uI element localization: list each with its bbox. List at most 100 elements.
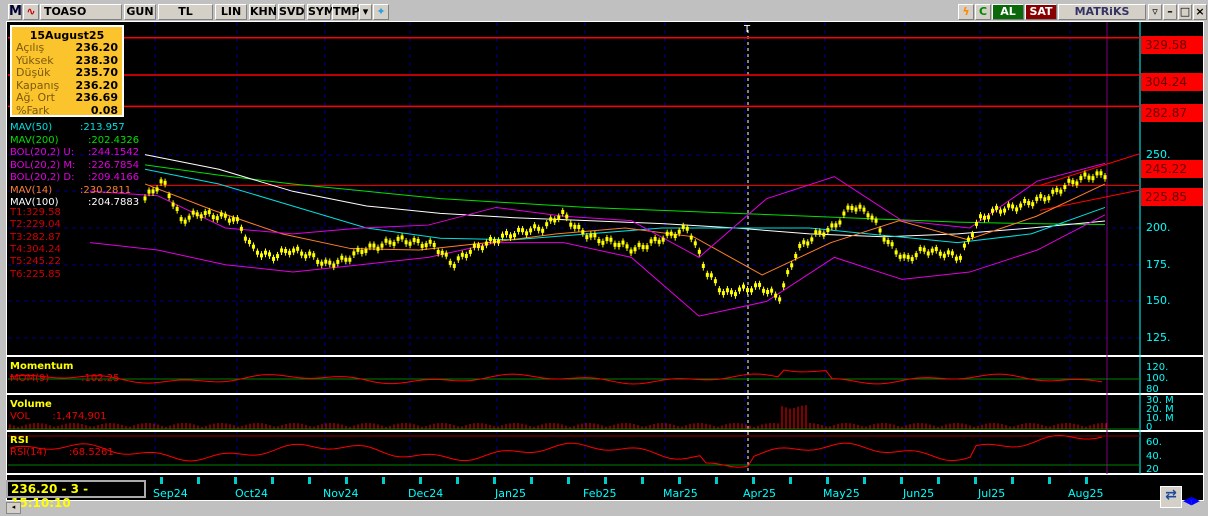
info-value: 236.20 — [75, 41, 118, 54]
candle-body — [199, 214, 203, 219]
candle-body — [292, 248, 296, 253]
month-label: Mar25 — [663, 487, 698, 500]
candle-body — [649, 239, 653, 244]
info-value: 236.69 — [75, 91, 118, 104]
candle-body — [689, 235, 693, 240]
rsi-label: RSI(14) :68.5261 — [10, 447, 114, 458]
candle-body — [372, 243, 376, 248]
candle-body — [239, 226, 243, 231]
mav200-line — [144, 164, 1106, 225]
candle-body — [492, 239, 496, 244]
sync-icon[interactable]: ⇄ — [1160, 486, 1182, 508]
candle-body — [778, 297, 782, 302]
candle-body — [645, 245, 649, 250]
candle-body — [1075, 181, 1079, 186]
candle-body — [713, 279, 717, 284]
date-tick — [900, 477, 903, 484]
candle-body — [284, 249, 288, 254]
candle-body — [304, 254, 308, 259]
chart-canvas[interactable] — [0, 0, 1208, 516]
candle-body — [480, 246, 484, 251]
target-tag: 304.24 — [1141, 73, 1203, 91]
candle-body — [1083, 172, 1087, 177]
candle-body — [930, 248, 934, 253]
candle-body — [364, 248, 368, 253]
legend-value: :244.1542 — [88, 147, 140, 158]
scroll-left-button[interactable]: ◂ — [6, 502, 21, 514]
candle-body — [653, 237, 657, 242]
candle-body — [1047, 196, 1051, 201]
candle-body — [878, 228, 882, 233]
candle-body — [862, 207, 866, 212]
scroll-arrows-icon[interactable]: ◀▶ — [1183, 494, 1200, 507]
candle-body — [842, 211, 846, 216]
candle-body — [950, 251, 954, 256]
candle-body — [496, 239, 500, 244]
candle-body — [175, 206, 179, 211]
candle-body — [484, 241, 488, 246]
candle-body — [902, 254, 906, 259]
legend-item: BOL(20,2) M::226.7854 — [10, 160, 139, 172]
candle-body — [1023, 198, 1027, 203]
candle-body — [440, 250, 444, 255]
candle-body — [1063, 185, 1067, 190]
info-label: %Fark — [16, 103, 50, 117]
price-axis-label: 175. — [1146, 258, 1171, 271]
date-tick — [974, 477, 977, 484]
legend-value: :230.2811 — [80, 184, 132, 196]
candle-body — [882, 237, 886, 242]
info-label: Ağ. Ort — [16, 91, 55, 104]
candle-body — [416, 238, 420, 243]
candle-body — [987, 215, 991, 220]
volume-label: VOL :1,474,901 — [10, 411, 107, 422]
candle-body — [545, 222, 549, 227]
date-tick — [752, 477, 755, 484]
candle-body — [352, 251, 356, 256]
candle-body — [657, 239, 661, 244]
candle-body — [1091, 176, 1095, 181]
candle-body — [806, 241, 810, 246]
candle-body — [400, 235, 404, 240]
candle-body — [336, 259, 340, 264]
target-label: T6:225.85 — [10, 268, 61, 280]
candle-body — [854, 207, 858, 212]
legend-label: MAV(50) — [10, 122, 53, 133]
candle-body — [396, 236, 400, 241]
candle-body — [444, 252, 448, 257]
candle-body — [758, 282, 762, 287]
date-tick — [308, 477, 311, 484]
candle-body — [300, 251, 304, 256]
date-tick — [419, 477, 422, 484]
candle-body — [1011, 204, 1015, 209]
date-tick — [641, 477, 644, 484]
candle-body — [1003, 208, 1007, 213]
candle-body — [561, 209, 565, 214]
candle-body — [316, 259, 320, 264]
candle-body — [521, 228, 525, 233]
candle-body — [597, 239, 601, 244]
candle-body — [476, 244, 480, 249]
candle-body — [565, 214, 569, 219]
info-value: 235.70 — [75, 66, 118, 79]
candle-body — [412, 237, 416, 242]
candle-body — [934, 247, 938, 252]
candle-body — [1095, 171, 1099, 176]
candle-body — [922, 247, 926, 252]
candle-body — [219, 212, 223, 217]
candle-body — [227, 218, 231, 223]
legend-value: :202.4326 — [88, 134, 140, 146]
candle-body — [697, 249, 701, 254]
candle-body — [211, 215, 215, 220]
candle-body — [641, 245, 645, 250]
candle-body — [605, 237, 609, 242]
legend-item: MAV(50):213.957 — [10, 122, 125, 134]
candle-body — [500, 233, 504, 238]
candle-body — [958, 255, 962, 260]
candle-body — [886, 239, 890, 244]
candle-body — [589, 233, 593, 238]
date-tick — [1085, 477, 1088, 484]
candle-body — [866, 213, 870, 218]
candle-body — [308, 251, 312, 256]
info-row: Açılış 236.20 — [16, 41, 118, 55]
candle-body — [978, 214, 982, 219]
